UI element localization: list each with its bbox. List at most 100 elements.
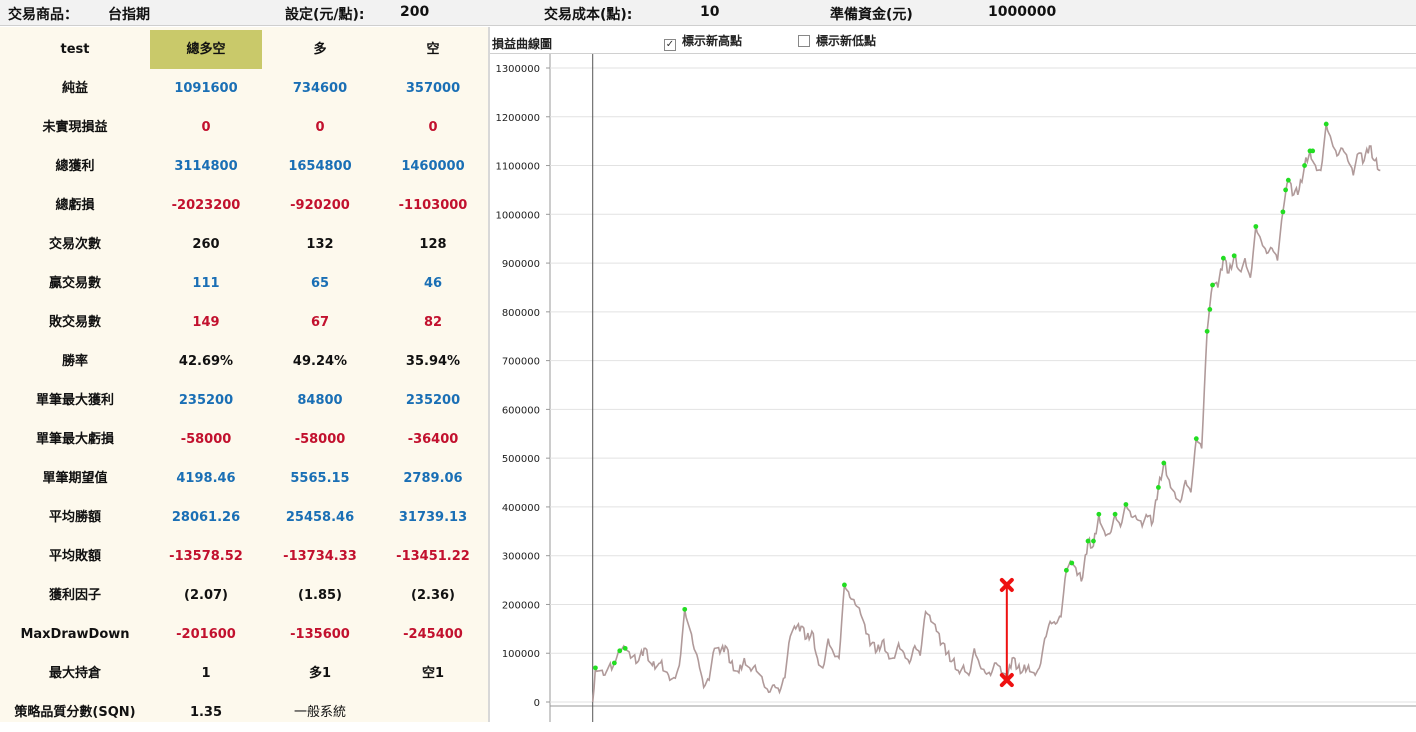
stats-cell: 1460000 bbox=[401, 159, 465, 174]
stats-row: 贏交易數 111 65 46 bbox=[0, 264, 488, 303]
cost-label: 交易成本(點): bbox=[544, 7, 633, 23]
product-label: 交易商品： bbox=[8, 7, 78, 23]
stats-cell: 0 bbox=[201, 120, 211, 135]
stats-metric-label: 純益 bbox=[61, 81, 88, 96]
stats-metric-label: 贏交易數 bbox=[48, 276, 101, 291]
new-high-point bbox=[1280, 209, 1286, 215]
new-high-checkbox[interactable]: ✓ 標示新高點 bbox=[664, 32, 742, 51]
stats-cell: 1 bbox=[201, 666, 211, 681]
stats-cell: 260 bbox=[192, 237, 220, 252]
new-high-point bbox=[1204, 328, 1210, 334]
y-tick-label: 800000 bbox=[502, 308, 540, 319]
stats-cell: -58000 bbox=[180, 432, 232, 447]
stats-header-row: test 總多空 多 空 bbox=[0, 30, 488, 69]
new-low-check-box[interactable] bbox=[798, 35, 810, 47]
new-high-point bbox=[1210, 282, 1215, 288]
new-low-checkbox[interactable]: 標示新低點 bbox=[798, 32, 876, 49]
stats-cell: 35.94% bbox=[405, 354, 461, 369]
stats-cell bbox=[378, 693, 488, 732]
stats-cell: 235200 bbox=[405, 393, 461, 408]
capital-label: 準備資金(元) bbox=[830, 7, 913, 23]
stats-cell: 128 bbox=[419, 237, 447, 252]
stats-cell: 111 bbox=[192, 276, 220, 291]
new-high-point bbox=[1231, 253, 1237, 259]
stats-cell: -1103000 bbox=[398, 198, 468, 213]
new-high-point bbox=[1193, 436, 1199, 442]
stats-cell: 0 bbox=[428, 120, 438, 135]
setting-label: 設定(元/點): bbox=[285, 7, 365, 23]
setting-value: 200 bbox=[400, 4, 430, 20]
stats-row: 單筆最大虧損 -58000 -58000 -36400 bbox=[0, 420, 488, 459]
new-high-point bbox=[1123, 502, 1129, 507]
new-low-checkbox-label: 標示新低點 bbox=[816, 34, 877, 48]
stats-cell: 46 bbox=[423, 276, 443, 291]
stats-row: 獲利因子 (2.07) (1.85) (2.36) bbox=[0, 576, 488, 615]
new-high-check-box[interactable]: ✓ bbox=[664, 39, 676, 51]
stats-metric-label: 獲利因子 bbox=[48, 588, 101, 603]
stats-cell: -58000 bbox=[294, 432, 346, 447]
stats-cell: -920200 bbox=[290, 198, 350, 213]
stats-row: 策略品質分數(SQN) 1.35 一般系統 bbox=[0, 693, 488, 732]
stats-row: 純益 1091600 734600 357000 bbox=[0, 69, 488, 108]
header-tab-short[interactable]: 空 bbox=[378, 30, 488, 69]
header-tab-long[interactable]: 多 bbox=[262, 30, 378, 69]
stats-metric-label: 總虧損 bbox=[55, 198, 95, 213]
new-high-point bbox=[682, 606, 688, 612]
stats-row: 敗交易數 149 67 82 bbox=[0, 303, 488, 342]
new-high-point bbox=[1063, 567, 1069, 573]
stats-cell: 空1 bbox=[421, 666, 445, 681]
stats-row: 勝率 42.69% 49.24% 35.94% bbox=[0, 342, 488, 381]
stats-cell: (1.85) bbox=[298, 588, 342, 603]
stats-metric-label: 總獲利 bbox=[55, 159, 95, 174]
stats-cell: 132 bbox=[306, 237, 334, 252]
new-high-point bbox=[1253, 224, 1259, 229]
equity-series-line bbox=[591, 123, 1381, 703]
stats-cell: (2.36) bbox=[411, 588, 455, 603]
new-high-point bbox=[1156, 485, 1161, 490]
stats-cell: (2.07) bbox=[184, 588, 228, 603]
y-tick-label: 400000 bbox=[502, 503, 540, 514]
stats-cell: -13578.52 bbox=[169, 549, 243, 564]
stats-cell: 一般系統 bbox=[293, 705, 346, 720]
stats-cell: 82 bbox=[423, 315, 443, 330]
stats-cell: 1091600 bbox=[174, 81, 238, 96]
new-high-point bbox=[617, 648, 623, 654]
stats-cell: 0 bbox=[315, 120, 325, 135]
header-strategy-name: test bbox=[60, 42, 90, 57]
stats-cell: 235200 bbox=[178, 393, 234, 408]
header-tab-all[interactable]: 總多空 bbox=[150, 30, 262, 69]
stats-metric-label: 單筆最大獲利 bbox=[35, 393, 114, 408]
new-high-point bbox=[1323, 121, 1329, 127]
new-high-point bbox=[1285, 177, 1291, 183]
y-tick-label: 1100000 bbox=[495, 162, 540, 173]
new-high-point bbox=[1096, 511, 1102, 517]
y-tick-label: 100000 bbox=[502, 649, 540, 660]
stats-cell: 42.69% bbox=[178, 354, 234, 369]
new-high-point bbox=[842, 582, 847, 588]
new-high-point bbox=[1207, 307, 1213, 312]
stats-row: 平均勝額 28061.26 25458.46 31739.13 bbox=[0, 498, 488, 537]
stats-metric-label: 敗交易數 bbox=[48, 315, 101, 330]
new-high-point bbox=[1220, 255, 1226, 261]
y-tick-label: 700000 bbox=[502, 357, 540, 368]
stats-cell: -245400 bbox=[403, 627, 463, 642]
new-high-point bbox=[1283, 187, 1289, 193]
stats-cell: 3114800 bbox=[174, 159, 238, 174]
new-high-point bbox=[593, 665, 598, 671]
stats-cell: 1.35 bbox=[189, 705, 223, 720]
stats-cell: -36400 bbox=[407, 432, 459, 447]
info-bar: 交易商品： 台指期 設定(元/點): 200 交易成本(點): 10 準備資金(… bbox=[0, 0, 1416, 26]
stats-cell: 2789.06 bbox=[403, 471, 463, 486]
product-value: 台指期 bbox=[108, 7, 150, 23]
y-tick-label: 1300000 bbox=[495, 64, 540, 75]
stats-cell: 25458.46 bbox=[285, 510, 355, 525]
stats-table: test 總多空 多 空 純益 1091600 734600 357000 未實現損益 0… bbox=[0, 27, 488, 722]
stats-row: 未實現損益 0 0 0 bbox=[0, 108, 488, 147]
equity-curve-chart: 0 100000 200000 300000 400000 500000 600000 700… bbox=[495, 54, 1416, 722]
y-tick-label: 300000 bbox=[502, 552, 540, 563]
stats-cell: 5565.15 bbox=[290, 471, 350, 486]
stats-cell: -2023200 bbox=[171, 198, 241, 213]
stats-metric-label: 交易次數 bbox=[48, 237, 101, 252]
capital-value: 1000000 bbox=[988, 4, 1057, 20]
stats-row: 單筆最大獲利 235200 84800 235200 bbox=[0, 381, 488, 420]
